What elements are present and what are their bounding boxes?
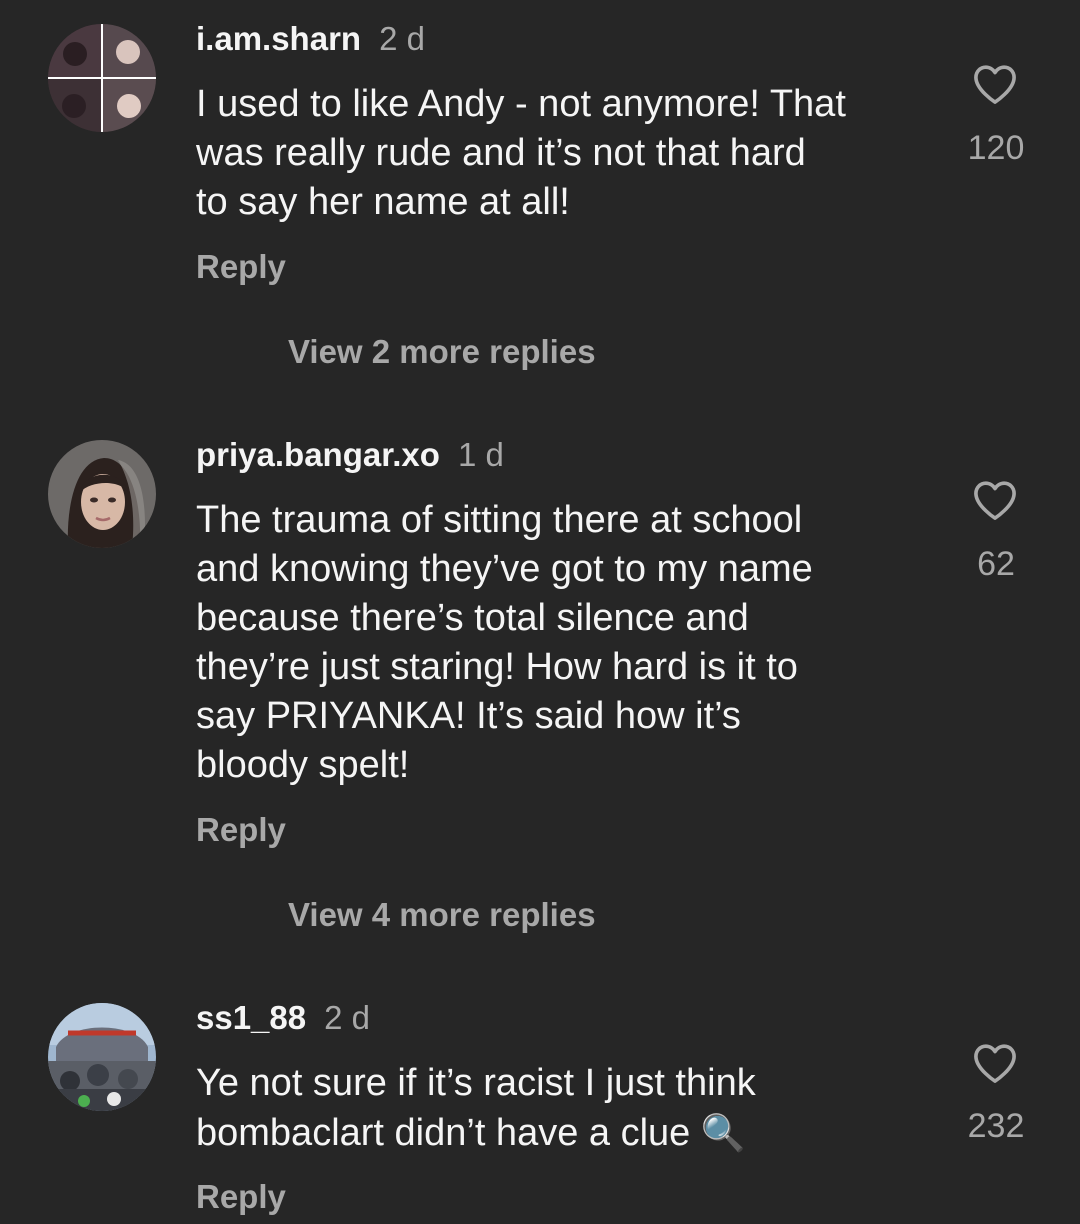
username[interactable]: ss1_88	[196, 999, 306, 1036]
comment-text: Ye not sure if it’s racist I just think …	[196, 1059, 916, 1158]
comment-item: ss1_88 2 d Ye not sure if it’s racist I j…	[0, 0, 1080, 1224]
magnifying-glass-icon: 🔍	[700, 1112, 746, 1153]
reply-button[interactable]: Reply	[196, 1177, 286, 1217]
comment-meta: ss1_88 2 d	[196, 998, 370, 1038]
timestamp: 2 d	[324, 999, 370, 1036]
heart-outline-icon[interactable]	[972, 1042, 1018, 1084]
like-count: 232	[967, 1107, 1025, 1145]
comment-line: Ye not sure if it’s racist I just think	[196, 1062, 756, 1104]
comment-line: bombaclart didn’t have a clue 🔍	[196, 1108, 916, 1158]
comment-line-text: bombaclart didn’t have a clue	[196, 1112, 691, 1154]
avatar[interactable]	[48, 1003, 156, 1111]
